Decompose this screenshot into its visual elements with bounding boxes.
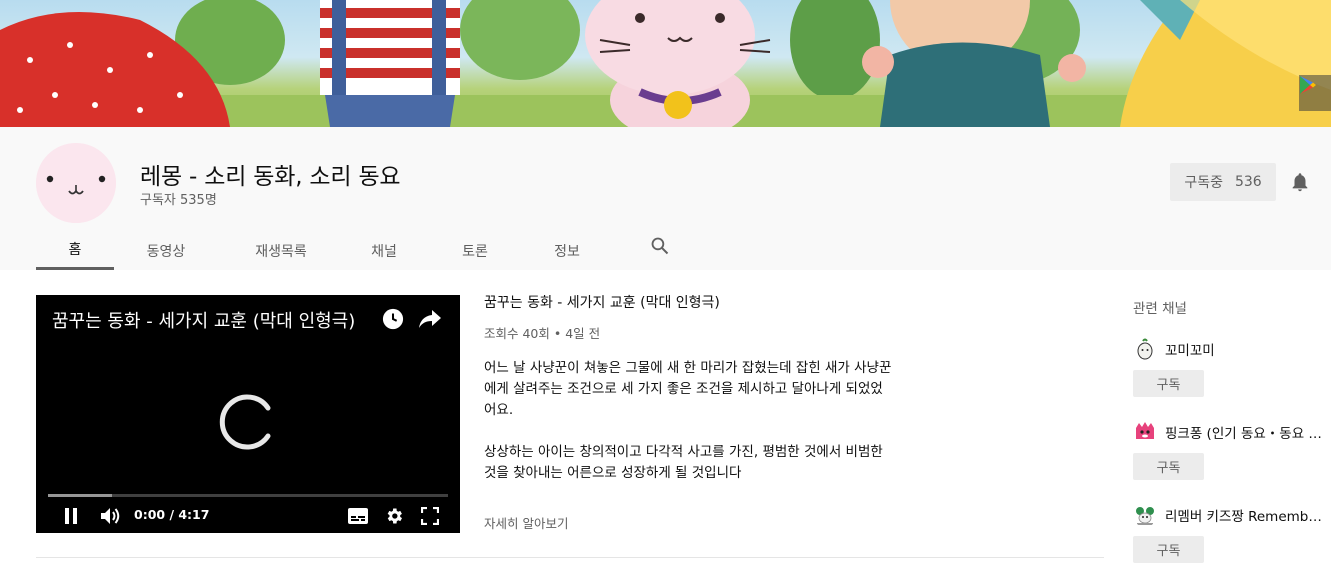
share-icon[interactable]	[418, 308, 442, 330]
description-paragraph: 어느 날 사냥꾼이 쳐놓은 그물에 새 한 마리가 잡혔는데 잡힌 새가 사냥꾼…	[484, 360, 892, 418]
read-more-link[interactable]: 자세히 알아보기	[484, 513, 568, 532]
subscribed-button[interactable]: 구독중 536	[1170, 163, 1276, 201]
volume-button[interactable]	[99, 504, 123, 528]
channel-name: 레몽 - 소리 동화, 소리 동요	[140, 164, 401, 190]
related-channel-item: 꼬미꼬미 구독	[1133, 337, 1331, 397]
channel-header: 레몽 - 소리 동화, 소리 동요 구독자 535명 구독중 536 홈 동영상…	[0, 127, 1331, 270]
video-info: 꿈꾸는 동화 - 세가지 교훈 (막대 인형극) 조회수 40회 • 4일 전 …	[484, 294, 894, 484]
related-channel-name: 리멤버 키즈짱 Remember Kids	[1165, 509, 1325, 525]
search-icon[interactable]	[650, 236, 670, 256]
tab-label: 토론	[462, 243, 488, 260]
bell-icon[interactable]	[1289, 171, 1311, 193]
section-divider	[36, 557, 1104, 558]
subscribe-button[interactable]: 구독	[1133, 370, 1204, 397]
tab-channels[interactable]: 채널	[369, 231, 399, 270]
banner-illustration	[0, 0, 1331, 127]
video-player[interactable]: 꿈꾸는 동화 - 세가지 교훈 (막대 인형극) 0:00 / 4:17	[36, 295, 460, 533]
related-channel-link[interactable]: 리멤버 키즈짱 Remember Kids	[1133, 503, 1331, 527]
video-title[interactable]: 꿈꾸는 동화 - 세가지 교훈 (막대 인형극)	[484, 294, 894, 312]
play-store-icon	[1300, 76, 1316, 94]
channel-banner	[0, 0, 1331, 127]
time-display: 0:00 / 4:17	[134, 507, 210, 522]
bunny-face-icon	[36, 143, 116, 223]
settings-icon	[387, 508, 402, 524]
related-channel-name: 핑크퐁 (인기 동요・동요 모음)	[1165, 426, 1325, 442]
subscribed-label: 구독중	[1184, 175, 1223, 191]
progress-fill	[48, 494, 112, 497]
tab-label: 홈	[68, 242, 82, 258]
volume-icon	[101, 508, 120, 524]
tab-about[interactable]: 정보	[552, 231, 582, 270]
fullscreen-button[interactable]	[418, 504, 442, 528]
play-store-link[interactable]	[1299, 75, 1331, 111]
related-channel-item: 리멤버 키즈짱 Remember Kids 구독	[1133, 503, 1331, 563]
tab-videos[interactable]: 동영상	[114, 231, 218, 270]
tab-home[interactable]: 홈	[36, 231, 114, 270]
pause-button[interactable]	[59, 504, 83, 528]
related-channel-name: 꼬미꼬미	[1165, 343, 1215, 359]
related-channel-link[interactable]: 꼬미꼬미	[1133, 337, 1331, 361]
progress-bar[interactable]	[48, 494, 448, 497]
related-channels-title: 관련 채널	[1133, 301, 1187, 317]
related-channel-item: 핑크퐁 (인기 동요・동요 모음) 구독	[1133, 420, 1331, 480]
tab-label: 채널	[371, 243, 397, 260]
video-description: 어느 날 사냥꾼이 쳐놓은 그물에 새 한 마리가 잡혔는데 잡힌 새가 사냥꾼…	[484, 358, 894, 484]
channel-thumbnail	[1133, 420, 1157, 444]
tab-label: 동영상	[146, 243, 186, 260]
tab-playlists[interactable]: 재생목록	[218, 231, 344, 270]
tab-label: 재생목록	[255, 243, 307, 260]
fullscreen-icon	[421, 507, 439, 525]
channel-avatar[interactable]	[36, 143, 116, 223]
subscribe-button[interactable]: 구독	[1133, 453, 1204, 480]
loading-spinner-icon	[219, 394, 271, 450]
channel-tabs: 홈 동영상 재생목록 채널 토론 정보	[36, 231, 582, 270]
subtitles-button[interactable]	[346, 504, 370, 528]
player-title[interactable]: 꿈꾸는 동화 - 세가지 교훈 (막대 인형극)	[52, 307, 355, 333]
subtitles-icon	[348, 508, 368, 524]
tab-discussion[interactable]: 토론	[460, 231, 490, 270]
pause-icon	[65, 508, 77, 524]
subscriber-count: 구독자 535명	[140, 193, 217, 208]
description-paragraph: 상상하는 아이는 창의적이고 다각적 사고를 가진, 평범한 것에서 비범한 것…	[484, 444, 883, 481]
channel-thumbnail	[1133, 337, 1157, 361]
watch-later-icon[interactable]	[382, 308, 404, 330]
subscribe-button[interactable]: 구독	[1133, 536, 1204, 563]
subscribed-count: 536	[1234, 174, 1262, 190]
video-meta: 조회수 40회 • 4일 전	[484, 326, 601, 341]
settings-button[interactable]	[382, 504, 406, 528]
tab-label: 정보	[554, 243, 580, 260]
channel-thumbnail	[1133, 503, 1157, 527]
related-channel-link[interactable]: 핑크퐁 (인기 동요・동요 모음)	[1133, 420, 1331, 444]
